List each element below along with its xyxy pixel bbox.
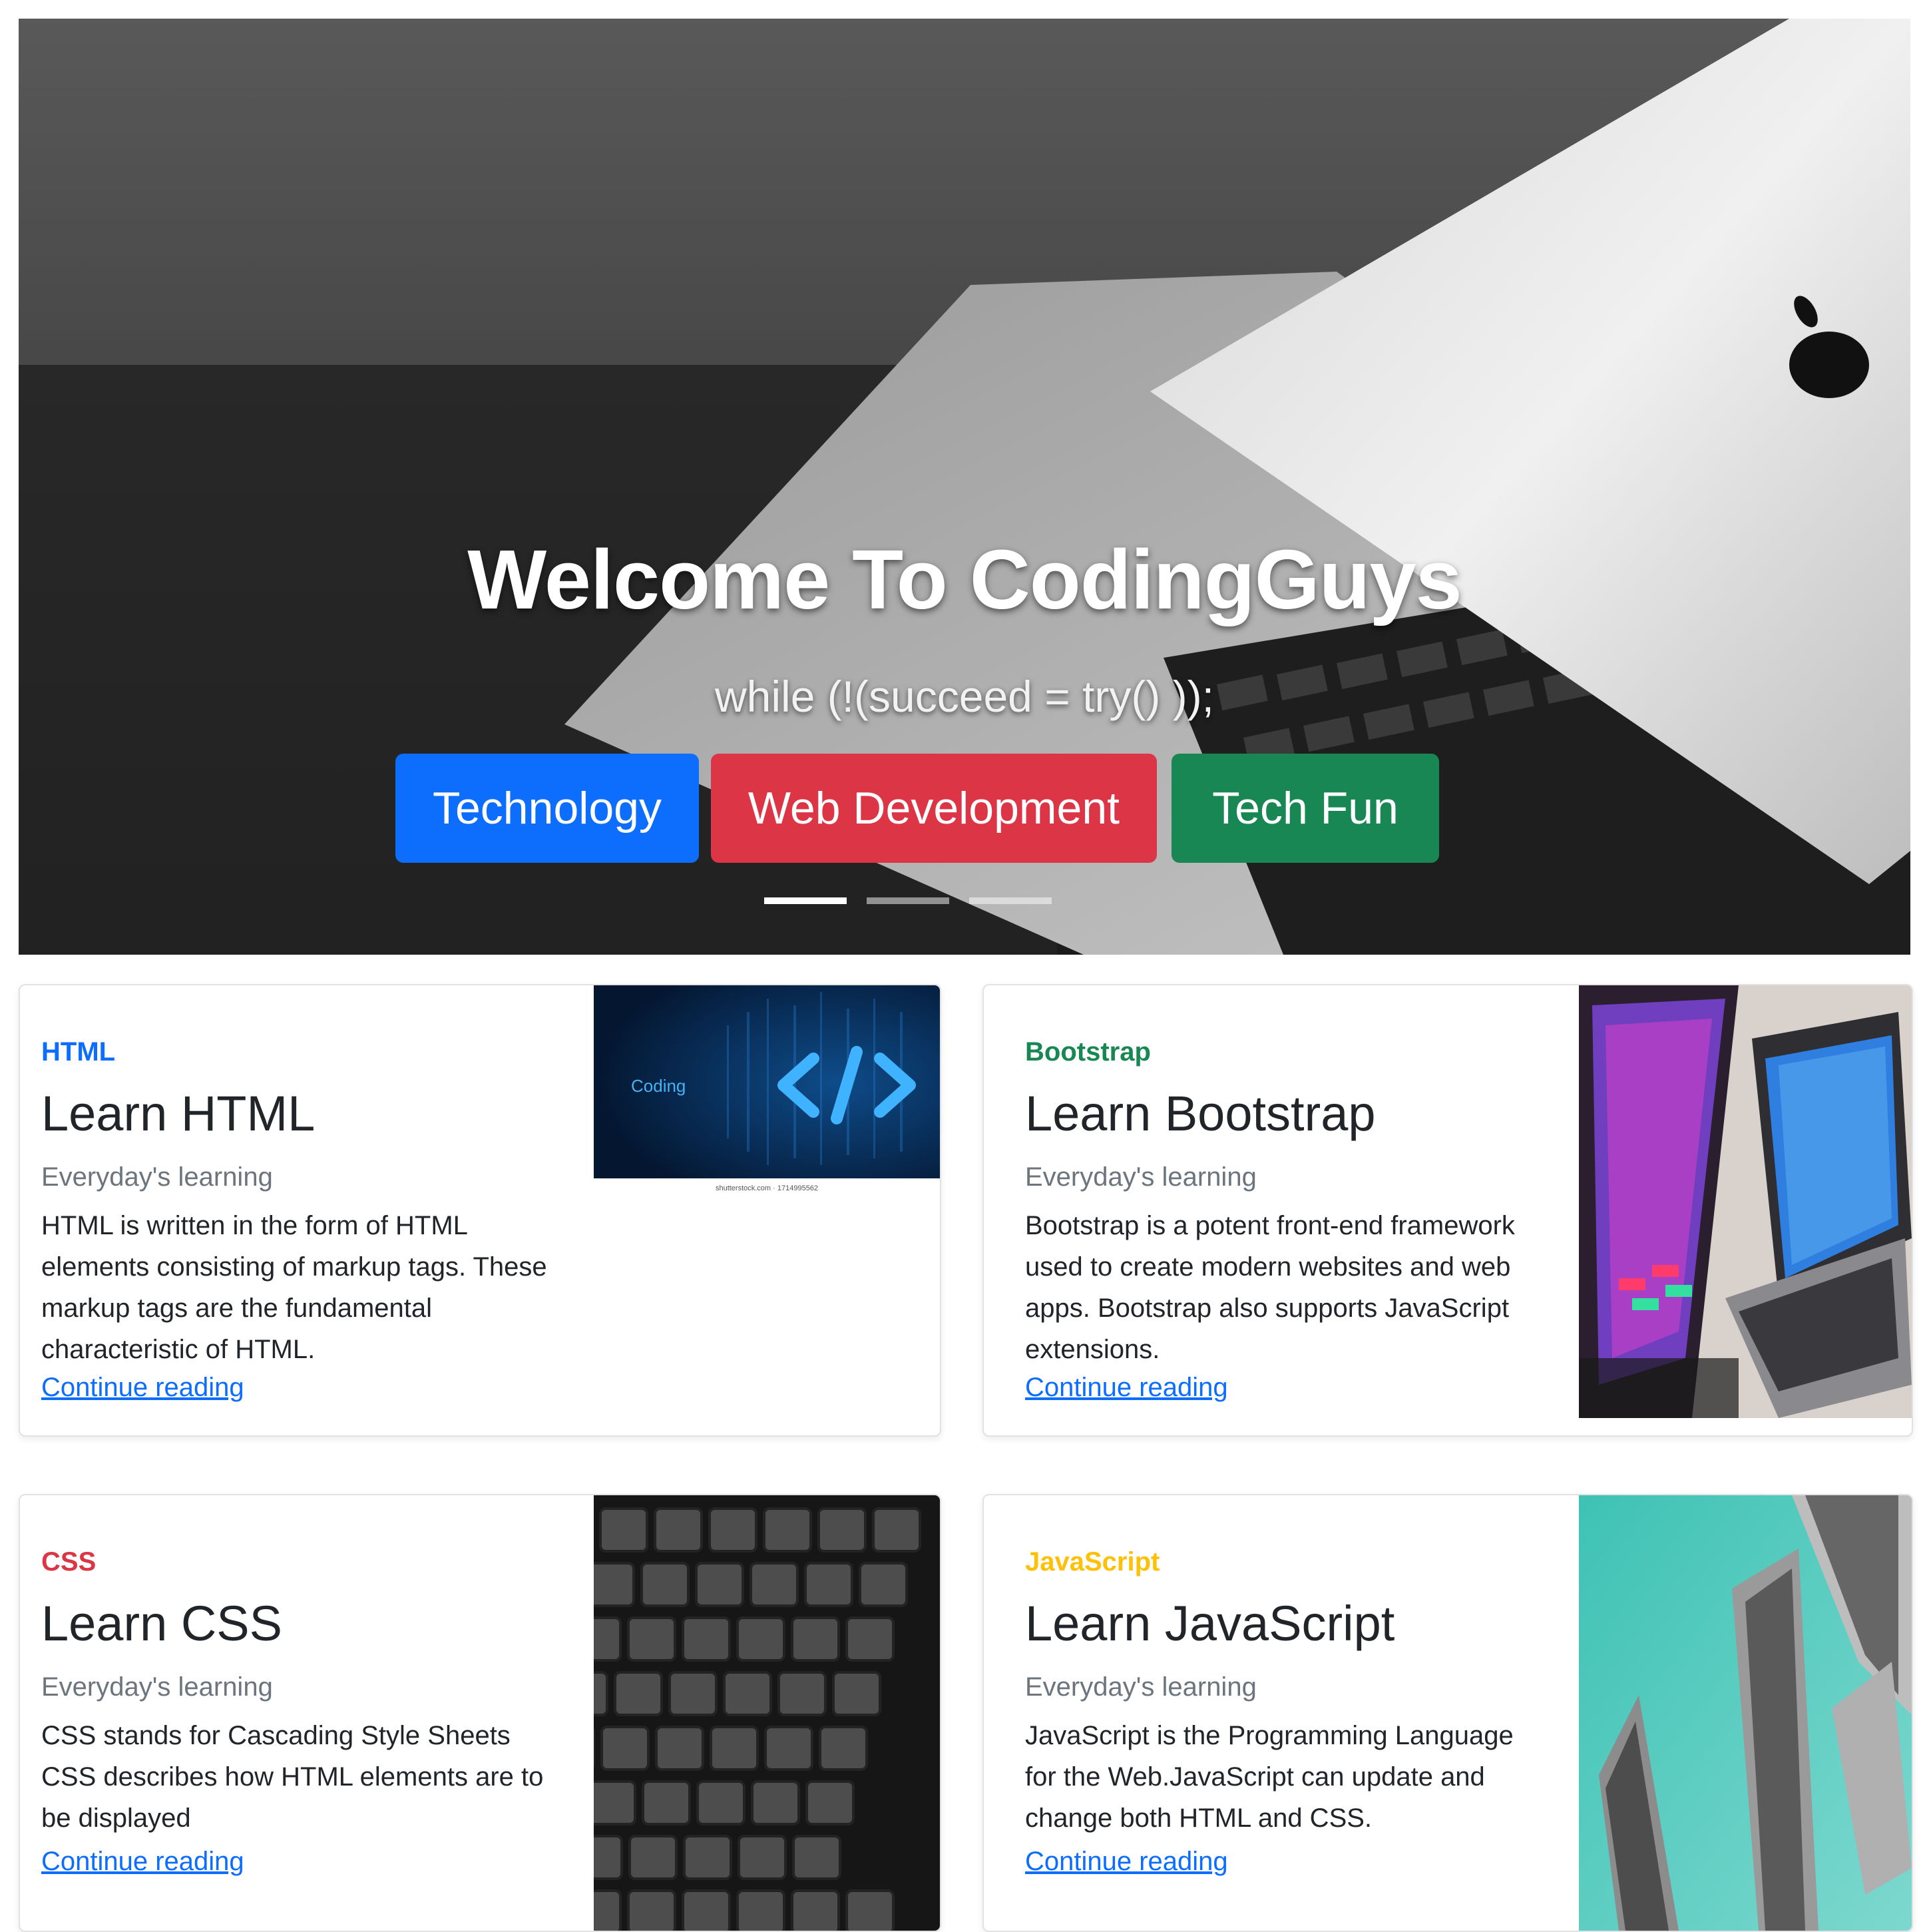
card-text: HTML is written in the form of HTML elem… bbox=[41, 1211, 547, 1364]
continue-reading-link[interactable]: Continue reading bbox=[1025, 1847, 1228, 1877]
coding-image: Coding shutterstock.com · 1714995562 bbox=[594, 985, 940, 1196]
svg-text:shutterstock.com · 1714995562: shutterstock.com · 1714995562 bbox=[716, 1184, 818, 1192]
card-thumbnail bbox=[1579, 985, 1912, 1418]
card-text: JavaScript is the Programming Language f… bbox=[1025, 1721, 1514, 1833]
card-css: CSS Learn CSS Everyday's learning CSS st… bbox=[19, 1494, 941, 1932]
card-title: Learn JavaScript bbox=[1025, 1596, 1395, 1651]
card-category: JavaScript bbox=[1025, 1547, 1160, 1576]
carousel-indicator-3[interactable] bbox=[969, 897, 1052, 904]
hero-subtitle: while (!(succeed = try() )); bbox=[715, 672, 1214, 721]
card-title: Learn Bootstrap bbox=[1025, 1086, 1376, 1141]
floating-laptops-image bbox=[1579, 1495, 1912, 1931]
keyboard-image bbox=[594, 1495, 940, 1931]
carousel-indicator-2[interactable] bbox=[867, 897, 949, 904]
card-subtitle: Everyday's learning bbox=[1025, 1162, 1257, 1192]
card-category: HTML bbox=[41, 1037, 116, 1067]
technology-button[interactable]: Technology bbox=[395, 754, 699, 863]
carousel-indicator-1[interactable] bbox=[764, 897, 847, 904]
tech-fun-button[interactable]: Tech Fun bbox=[1172, 754, 1439, 863]
hero-carousel: Welcome To CodingGuys while (!(succeed =… bbox=[19, 19, 1910, 955]
card-text: Bootstrap is a potent front-end framewor… bbox=[1025, 1211, 1515, 1364]
card-category: CSS bbox=[41, 1547, 97, 1576]
card-subtitle: Everyday's learning bbox=[1025, 1672, 1257, 1702]
card-title: Learn CSS bbox=[41, 1596, 282, 1651]
continue-reading-link[interactable]: Continue reading bbox=[41, 1373, 244, 1403]
card-thumbnail bbox=[1579, 1495, 1912, 1931]
svg-text:Coding: Coding bbox=[631, 1076, 686, 1096]
card-subtitle: Everyday's learning bbox=[41, 1162, 273, 1192]
card-text: CSS stands for Cascading Style Sheets CS… bbox=[41, 1721, 544, 1833]
card-html: HTML Learn HTML Everyday's learning HTML… bbox=[19, 984, 941, 1437]
continue-reading-link[interactable]: Continue reading bbox=[1025, 1373, 1228, 1403]
card-category: Bootstrap bbox=[1025, 1037, 1151, 1067]
card-title: Learn HTML bbox=[41, 1086, 316, 1141]
card-subtitle: Everyday's learning bbox=[41, 1672, 273, 1702]
web-development-button[interactable]: Web Development bbox=[711, 754, 1157, 863]
card-bootstrap: Bootstrap Learn Bootstrap Everyday's lea… bbox=[982, 984, 1913, 1437]
laptops-image bbox=[1579, 985, 1912, 1418]
card-thumbnail bbox=[594, 1495, 940, 1931]
hero-title: Welcome To CodingGuys bbox=[467, 533, 1462, 626]
card-thumbnail: Coding shutterstock.com · 1714995562 bbox=[594, 985, 940, 1196]
continue-reading-link[interactable]: Continue reading bbox=[41, 1847, 244, 1877]
card-javascript: JavaScript Learn JavaScript Everyday's l… bbox=[982, 1494, 1913, 1932]
